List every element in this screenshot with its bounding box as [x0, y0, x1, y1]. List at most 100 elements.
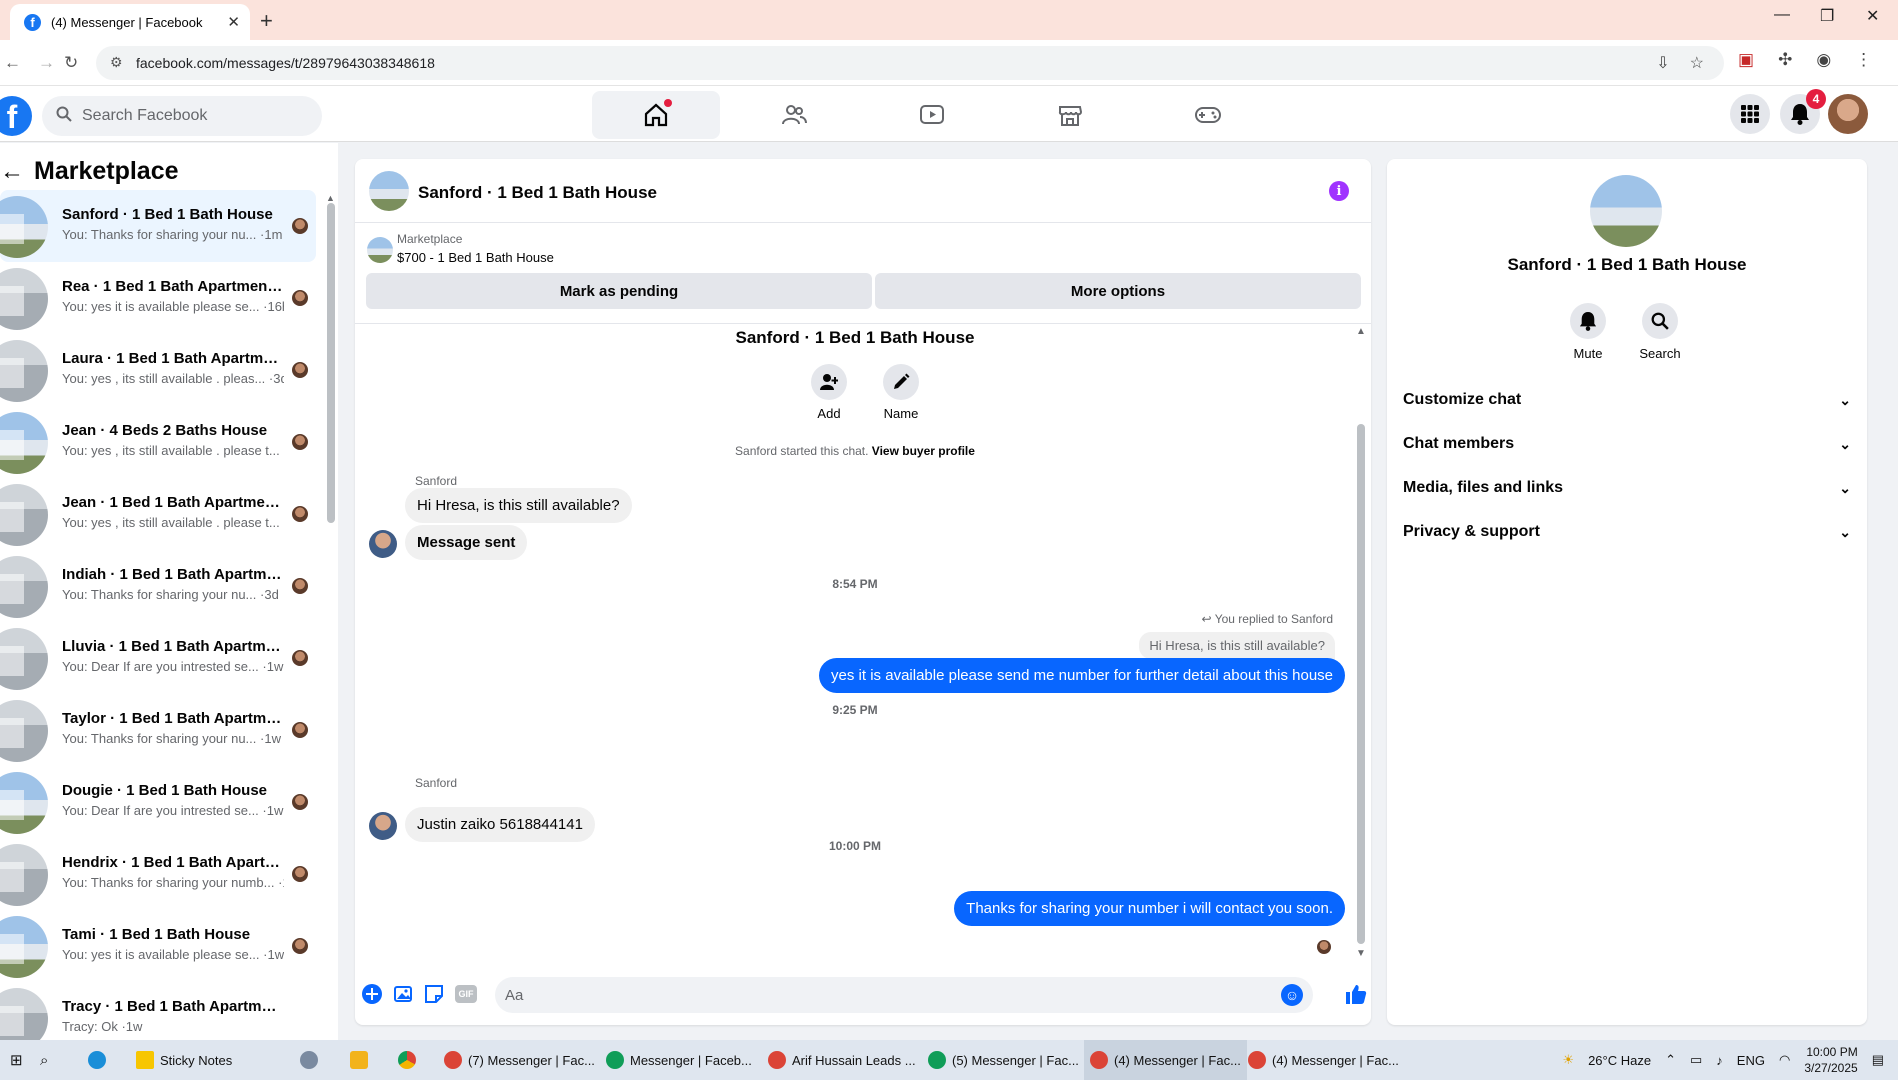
conversation-title[interactable]: Sanford · 1 Bed 1 Bath House	[418, 183, 657, 203]
message-input[interactable]: Aa ☺	[495, 977, 1313, 1013]
conversation-avatar[interactable]	[369, 171, 409, 211]
add-people-action[interactable]: Add	[799, 364, 859, 421]
outgoing-message[interactable]: Thanks for sharing your number i will co…	[954, 891, 1345, 926]
taskbar-window-messenger-5[interactable]: (5) Messenger | Fac...	[928, 1040, 1079, 1080]
mark-as-pending-button[interactable]: Mark as pending	[366, 273, 872, 309]
browser-tab-messenger[interactable]: f (4) Messenger | Facebook ✕	[10, 4, 250, 40]
scroll-down-arrow-icon[interactable]: ▼	[1356, 948, 1366, 959]
message-composer: GIF Aa ☺	[355, 971, 1371, 1019]
new-tab-icon[interactable]: +	[260, 8, 273, 34]
install-app-icon[interactable]: ⇩	[1656, 53, 1669, 73]
edge-icon[interactable]	[88, 1040, 106, 1080]
reload-icon[interactable]: ↻	[64, 53, 78, 73]
weather-text[interactable]: 26°C Haze	[1588, 1053, 1651, 1068]
scroll-up-arrow-icon[interactable]: ▲	[326, 193, 335, 203]
system-clock[interactable]: 10:00 PM 3/27/2025	[1804, 1044, 1857, 1076]
taskbar-window-messenger-4-active[interactable]: (4) Messenger | Fac...	[1084, 1040, 1247, 1080]
language-indicator[interactable]: ENG	[1737, 1053, 1765, 1068]
read-receipt-avatar	[292, 362, 308, 378]
sender-avatar[interactable]	[369, 530, 397, 558]
back-arrow-icon[interactable]: ←	[0, 158, 30, 186]
back-arrow-icon[interactable]: ←	[4, 53, 21, 73]
nav-friends-tab[interactable]	[730, 91, 858, 139]
start-button[interactable]: ⊞	[10, 1040, 23, 1080]
incoming-message[interactable]: Hi Hresa, is this still available?	[405, 488, 632, 523]
minimize-icon[interactable]: —	[1774, 6, 1790, 24]
media-files-links-section[interactable]: Media, files and links ⌄	[1403, 466, 1851, 510]
chat-list-item[interactable]: Laura · 1 Bed 1 Bath Apartmen... You: yes…	[0, 334, 316, 406]
forward-arrow-icon[interactable]: →	[38, 53, 55, 73]
quoted-message[interactable]: Hi Hresa, is this still available?	[1139, 632, 1335, 659]
incoming-message[interactable]: Message sent	[405, 525, 528, 560]
facebook-logo[interactable]: f	[0, 96, 32, 136]
sticker-icon[interactable]	[423, 983, 445, 1005]
account-avatar[interactable]	[1828, 94, 1868, 134]
taskbar-window-messenger-4[interactable]: (4) Messenger | Fac...	[1248, 1040, 1399, 1080]
nav-video-tab[interactable]	[868, 91, 996, 139]
show-hidden-icons-chevron-icon[interactable]: ⌃	[1665, 1052, 1676, 1068]
nav-marketplace-tab[interactable]	[1006, 91, 1134, 139]
chat-members-section[interactable]: Chat members ⌄	[1403, 422, 1851, 466]
mute-action[interactable]: Mute	[1553, 303, 1623, 361]
taskbar-search-icon[interactable]: ⌕	[40, 1040, 48, 1080]
more-actions-plus-icon[interactable]	[361, 983, 383, 1005]
wifi-icon[interactable]: ◠	[1779, 1052, 1790, 1068]
sender-avatar[interactable]	[369, 812, 397, 840]
browser-menu-icon[interactable]: ⋮	[1855, 50, 1872, 70]
site-settings-icon[interactable]: ⚙	[110, 54, 123, 71]
bell-icon	[1791, 104, 1809, 125]
nav-gaming-tab[interactable]	[1144, 91, 1272, 139]
close-window-icon[interactable]: ✕	[1866, 6, 1879, 26]
file-explorer-icon[interactable]	[350, 1040, 368, 1080]
emoji-icon[interactable]: ☺	[1281, 984, 1303, 1006]
thread-scrollbar[interactable]	[1357, 424, 1365, 944]
network-icon[interactable]: ▭	[1690, 1052, 1702, 1068]
chat-list-item[interactable]: Dougie · 1 Bed 1 Bath House You: Dear If …	[0, 766, 316, 838]
customize-chat-section[interactable]: Customize chat ⌄	[1403, 378, 1851, 422]
volume-icon[interactable]: ♪	[1716, 1053, 1723, 1068]
privacy-support-section[interactable]: Privacy & support ⌄	[1403, 510, 1851, 554]
scroll-up-arrow-icon[interactable]: ▲	[1356, 326, 1366, 337]
taskbar-window-messenger[interactable]: Messenger | Faceb...	[606, 1040, 752, 1080]
bookmark-star-icon[interactable]: ☆	[1690, 53, 1704, 73]
gif-icon[interactable]: GIF	[455, 985, 477, 1003]
chat-list-item[interactable]: Hendrix · 1 Bed 1 Bath Apartmen... You: T…	[0, 838, 316, 910]
extension-off-icon[interactable]: ▣	[1738, 50, 1754, 70]
chat-list-item[interactable]: Jean · 1 Bed 1 Bath Apartment/c... You: y…	[0, 478, 316, 550]
sidebar-scrollbar[interactable]	[327, 203, 335, 523]
chat-list-item[interactable]: Tracy · 1 Bed 1 Bath Apartment/c... Tracy…	[0, 982, 316, 1040]
chat-list-item[interactable]: Rea · 1 Bed 1 Bath Apartment/... You: yes…	[0, 262, 316, 334]
chat-info-avatar[interactable]	[1590, 175, 1662, 247]
chat-list-item[interactable]: Tami · 1 Bed 1 Bath House You: yes it is …	[0, 910, 316, 982]
restore-icon[interactable]: ❐	[1820, 6, 1834, 26]
browser-profile-icon[interactable]: ◉	[1816, 50, 1831, 70]
taskbar-label: Sticky Notes	[160, 1052, 233, 1068]
name-chat-action[interactable]: Name	[871, 364, 931, 421]
info-icon[interactable]: i	[1329, 181, 1349, 201]
menu-grid-button[interactable]	[1730, 94, 1770, 134]
close-tab-icon[interactable]: ✕	[227, 13, 240, 31]
chat-list-item[interactable]: Lluvia · 1 Bed 1 Bath Apartme... You: Dea…	[0, 622, 316, 694]
incoming-message[interactable]: Justin zaiko 5618844141	[405, 807, 595, 842]
notification-center-icon[interactable]: ▤	[1872, 1052, 1884, 1068]
search-in-chat-action[interactable]: Search	[1625, 303, 1695, 361]
extensions-puzzle-icon[interactable]: ✣	[1778, 50, 1792, 70]
taskbar-tool-icon[interactable]	[300, 1040, 318, 1080]
url-field[interactable]: ⚙ facebook.com/messages/t/28979643038348…	[96, 46, 1724, 80]
chat-list-item[interactable]: Taylor · 1 Bed 1 Bath Apartme... You: Tha…	[0, 694, 316, 766]
chat-name: Jean · 1 Bed 1 Bath Apartment/c...	[62, 494, 284, 511]
outgoing-message[interactable]: yes it is available please send me numbe…	[819, 658, 1345, 693]
chat-list-item[interactable]: Indiah · 1 Bed 1 Bath Apartme... You: Tha…	[0, 550, 316, 622]
more-options-button[interactable]: More options	[875, 273, 1361, 309]
nav-home-tab[interactable]	[592, 91, 720, 139]
taskbar-window-leads[interactable]: Arif Hussain Leads ...	[768, 1040, 916, 1080]
attach-photo-icon[interactable]	[393, 983, 415, 1005]
thumbs-up-icon[interactable]	[1345, 983, 1367, 1011]
taskbar-window-messenger-7[interactable]: (7) Messenger | Fac...	[444, 1040, 595, 1080]
chrome-icon[interactable]	[398, 1040, 416, 1080]
chat-list-item[interactable]: Sanford · 1 Bed 1 Bath House You: Thanks …	[0, 190, 316, 262]
facebook-search-input[interactable]: Search Facebook	[42, 96, 322, 136]
taskbar-app-sticky-notes[interactable]: Sticky Notes	[136, 1040, 232, 1080]
chat-list-item[interactable]: Jean · 4 Beds 2 Baths House You: yes , it…	[0, 406, 316, 478]
view-buyer-profile-link[interactable]: View buyer profile	[872, 444, 975, 458]
